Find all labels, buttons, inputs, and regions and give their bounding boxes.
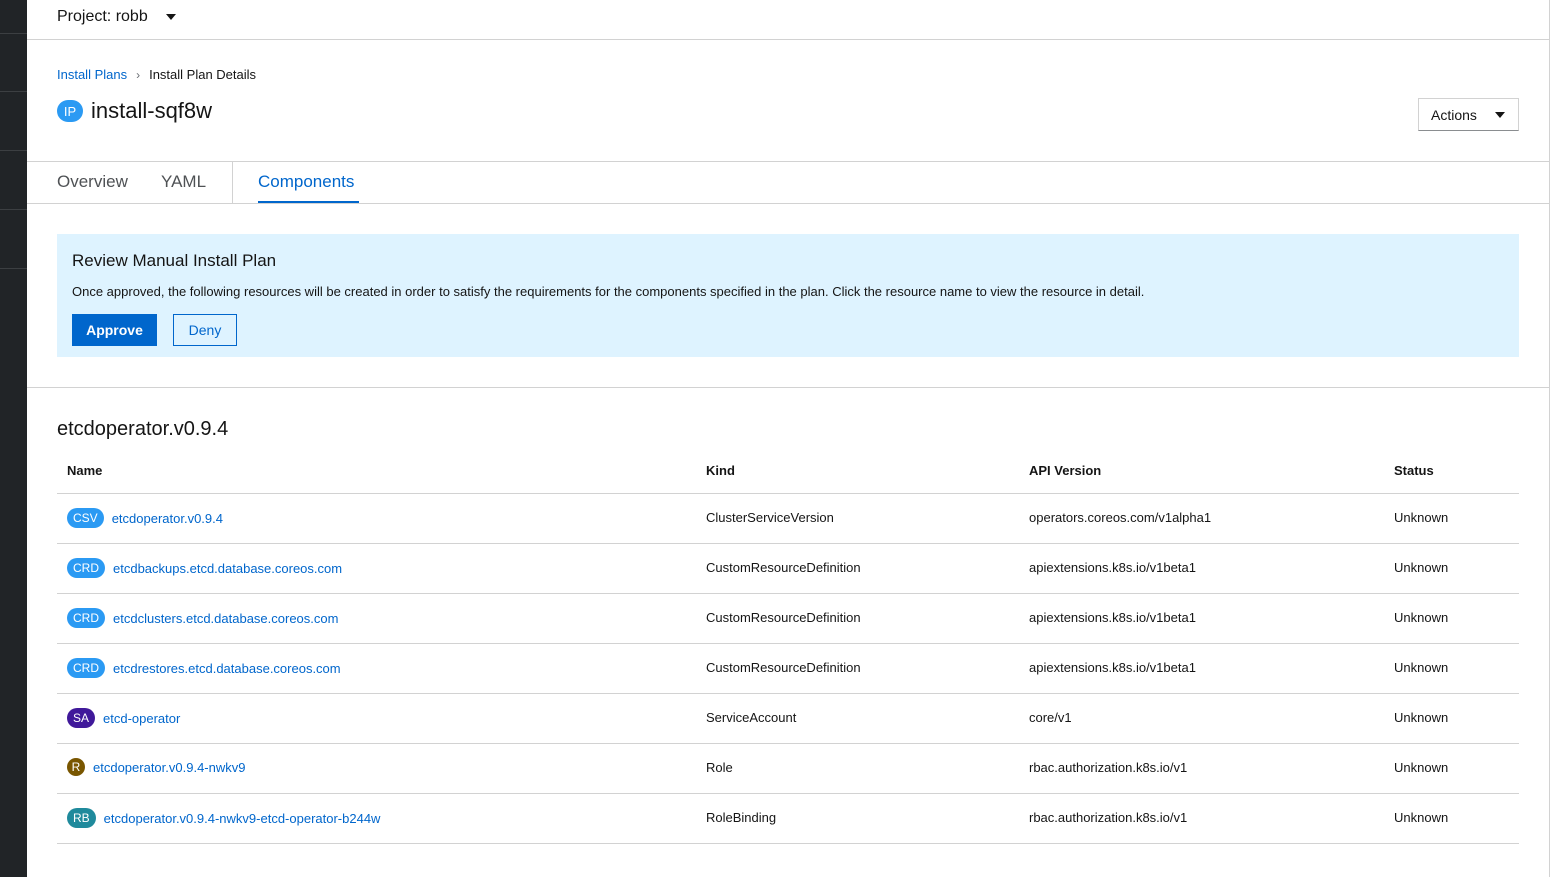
alert-title: Review Manual Install Plan: [72, 251, 277, 270]
table-row: R etcdoperator.v0.9.4-nwkv9 Role rbac.au…: [57, 744, 1519, 794]
status-cell: Unknown: [1394, 760, 1449, 775]
page-heading: IP install-sqf8w: [57, 98, 212, 124]
status-cell: Unknown: [1394, 610, 1449, 625]
nav-divider: [0, 268, 27, 269]
breadcrumb: Install Plans › Install Plan Details: [57, 67, 256, 82]
api-version-cell: rbac.authorization.k8s.io/v1: [1029, 760, 1188, 775]
nav-divider: [0, 209, 27, 210]
approve-button[interactable]: Approve: [72, 314, 157, 346]
rolebinding-badge: RB: [67, 808, 96, 828]
name-cell: SA etcd-operator: [67, 708, 180, 728]
api-version-cell: apiextensions.k8s.io/v1beta1: [1029, 610, 1196, 625]
api-version-cell: core/v1: [1029, 710, 1072, 725]
page-title: install-sqf8w: [91, 98, 213, 123]
project-dropdown[interactable]: Project: robb: [57, 8, 176, 26]
tab-overview[interactable]: Overview: [57, 172, 128, 192]
tab-divider: [232, 162, 233, 204]
table-row: CSV etcdoperator.v0.9.4 ClusterServiceVe…: [57, 494, 1519, 544]
resource-link[interactable]: etcd-operator: [103, 711, 180, 726]
column-header-status[interactable]: Status: [1394, 463, 1434, 478]
api-version-cell: apiextensions.k8s.io/v1beta1: [1029, 560, 1196, 575]
resource-link[interactable]: etcdclusters.etcd.database.coreos.com: [113, 611, 338, 626]
components-table: Name Kind API Version Status CSV etcdope…: [57, 458, 1519, 844]
caret-down-icon: [165, 14, 176, 20]
nav-divider: [0, 33, 27, 34]
kind-cell: RoleBinding: [706, 810, 777, 825]
nav-divider: [0, 91, 27, 92]
api-version-cell: apiextensions.k8s.io/v1beta1: [1029, 660, 1196, 675]
name-cell: CRD etcdrestores.etcd.database.coreos.co…: [67, 658, 341, 678]
crd-badge: CRD: [67, 558, 105, 578]
name-cell: CRD etcdclusters.etcd.database.coreos.co…: [67, 608, 338, 628]
table-row: CRD etcdrestores.etcd.database.coreos.co…: [57, 644, 1519, 694]
status-cell: Unknown: [1394, 510, 1449, 525]
table-row: CRD etcdclusters.etcd.database.coreos.co…: [57, 594, 1519, 644]
kind-cell: CustomResourceDefinition: [706, 660, 861, 675]
csv-badge: CSV: [67, 508, 104, 528]
nav-divider: [0, 150, 27, 151]
review-alert: Review Manual Install Plan Once approved…: [57, 234, 1519, 357]
actions-label: Actions: [1431, 106, 1477, 123]
resource-link[interactable]: etcdoperator.v0.9.4-nwkv9-etcd-operator-…: [104, 811, 381, 826]
status-cell: Unknown: [1394, 560, 1449, 575]
column-header-kind[interactable]: Kind: [706, 463, 735, 478]
actions-dropdown-button[interactable]: Actions: [1418, 98, 1519, 131]
left-nav: [0, 0, 27, 877]
table-row: CRD etcdbackups.etcd.database.coreos.com…: [57, 544, 1519, 594]
api-version-cell: rbac.authorization.k8s.io/v1: [1029, 810, 1188, 825]
kind-cell: CustomResourceDefinition: [706, 610, 861, 625]
tab-bar: Overview YAML Components: [27, 161, 1550, 204]
tab-components[interactable]: Components: [258, 172, 354, 192]
name-cell: RB etcdoperator.v0.9.4-nwkv9-etcd-operat…: [67, 808, 380, 828]
resource-link[interactable]: etcdoperator.v0.9.4: [112, 511, 223, 526]
caret-down-icon: [1494, 111, 1505, 118]
status-cell: Unknown: [1394, 810, 1449, 825]
breadcrumb-current: Install Plan Details: [149, 67, 257, 82]
kind-cell: ServiceAccount: [706, 710, 797, 725]
name-cell: R etcdoperator.v0.9.4-nwkv9: [67, 758, 245, 776]
role-badge: R: [67, 758, 85, 776]
crd-badge: CRD: [67, 658, 105, 678]
resource-link[interactable]: etcdbackups.etcd.database.coreos.com: [113, 561, 342, 576]
status-cell: Unknown: [1394, 710, 1449, 725]
kind-cell: Role: [706, 760, 733, 775]
resource-link[interactable]: etcdrestores.etcd.database.coreos.com: [113, 661, 341, 676]
section-divider: [27, 387, 1550, 388]
sa-badge: SA: [67, 708, 96, 728]
kind-cell: ClusterServiceVersion: [706, 510, 834, 525]
resource-badge: IP: [57, 100, 83, 122]
chevron-right-icon: ›: [136, 67, 141, 82]
deny-button[interactable]: Deny: [173, 314, 237, 346]
tab-yaml[interactable]: YAML: [161, 172, 206, 192]
name-cell: CRD etcdbackups.etcd.database.coreos.com: [67, 558, 342, 578]
active-tab-indicator: [258, 201, 359, 203]
project-bar: Project: robb: [27, 0, 1550, 40]
breadcrumb-install-plans-link[interactable]: Install Plans: [57, 67, 127, 82]
resource-link[interactable]: etcdoperator.v0.9.4-nwkv9: [93, 760, 245, 775]
table-row: SA etcd-operator ServiceAccount core/v1 …: [57, 694, 1519, 744]
column-header-api-version[interactable]: API Version: [1029, 463, 1101, 478]
column-header-name[interactable]: Name: [67, 463, 102, 478]
alert-text: Once approved, the following resources w…: [72, 284, 1145, 299]
table-header: Name Kind API Version Status: [57, 458, 1519, 494]
name-cell: CSV etcdoperator.v0.9.4: [67, 508, 223, 528]
table-row: RB etcdoperator.v0.9.4-nwkv9-etcd-operat…: [57, 794, 1519, 844]
api-version-cell: operators.coreos.com/v1alpha1: [1029, 510, 1212, 525]
main-content: Project: robb Install Plans › Install Pl…: [27, 0, 1550, 877]
status-cell: Unknown: [1394, 660, 1449, 675]
section-title: etcdoperator.v0.9.4: [57, 418, 229, 440]
crd-badge: CRD: [67, 608, 105, 628]
project-label: Project: robb: [57, 8, 148, 25]
kind-cell: CustomResourceDefinition: [706, 560, 861, 575]
